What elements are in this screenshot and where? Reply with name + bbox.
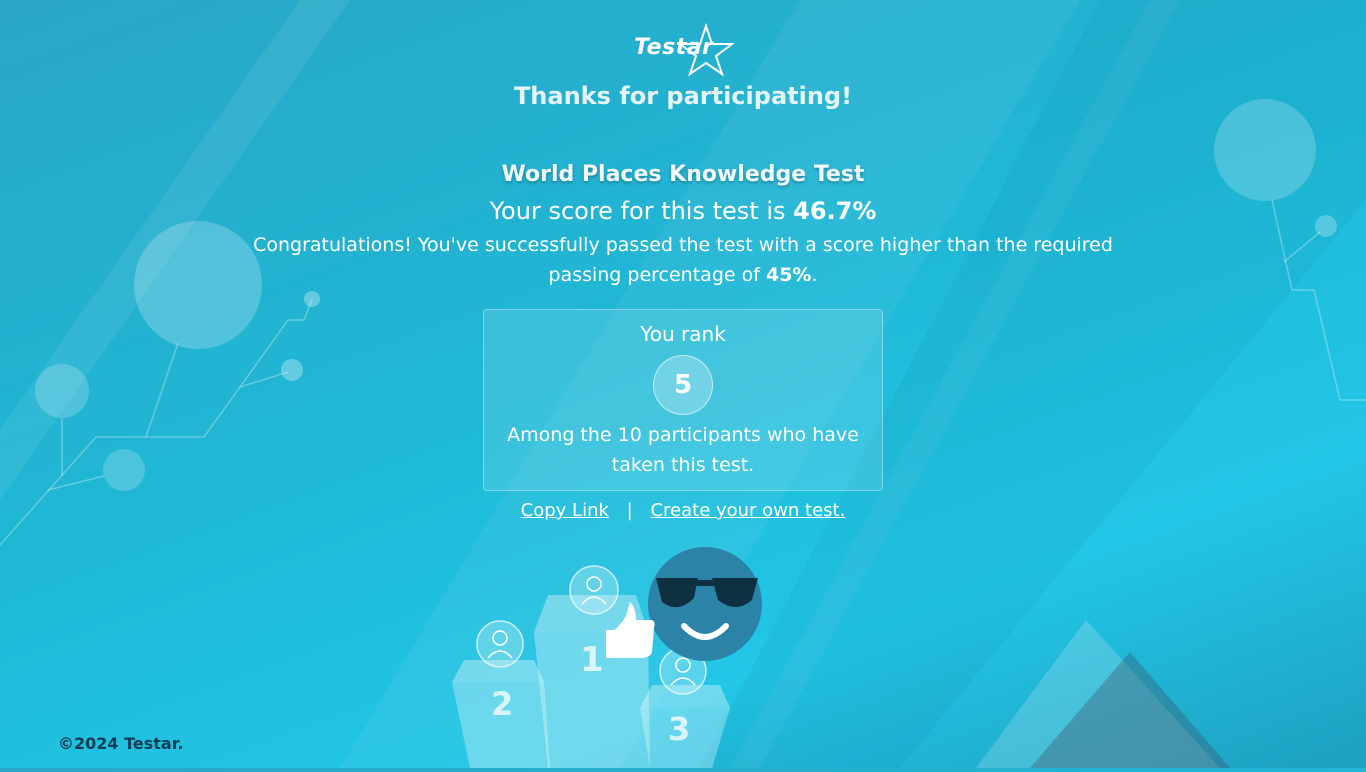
podium-graphic [452,547,762,768]
place-1-label: 1 [580,640,604,680]
user-avatar-icon [476,620,524,668]
copyright: ©2024 Testar. [58,734,184,753]
rank-label: You rank [640,322,726,346]
rank-description: Among the 10 participants who have taken… [507,424,859,476]
copy-link[interactable]: Copy Link [521,500,609,521]
place-2-label: 2 [491,685,514,723]
congrats-message: Congratulations! You've successfully pas… [230,230,1136,290]
congrats-end: . [811,264,818,286]
place-3-label: 3 [668,710,691,748]
sunglasses-smiley-icon [648,547,762,661]
passing-percentage: 45% [765,264,812,286]
link-separator: | [626,500,633,521]
podium-illustration: 1 2 3 [440,540,800,768]
action-links: Copy Link | Create your own test. [0,500,1366,521]
create-test-link[interactable]: Create your own test. [650,500,845,521]
test-title: World Places Knowledge Test [501,162,865,187]
testar-logo[interactable]: Testar [632,22,736,78]
star-outline-icon [677,22,734,77]
score-line: Your score for this test is 46.7% [0,197,1366,225]
thanks-heading: Thanks for participating! [513,82,853,110]
rank-badge: 5 [653,355,713,415]
score-prefix: Your score for this test is [489,197,786,225]
congrats-text: Congratulations! You've successfully pas… [253,234,1113,286]
user-avatar-icon [569,565,619,615]
score-value: 46.7% [793,197,877,225]
rank-card: You rank 5 Among the 10 participants who… [483,309,883,491]
